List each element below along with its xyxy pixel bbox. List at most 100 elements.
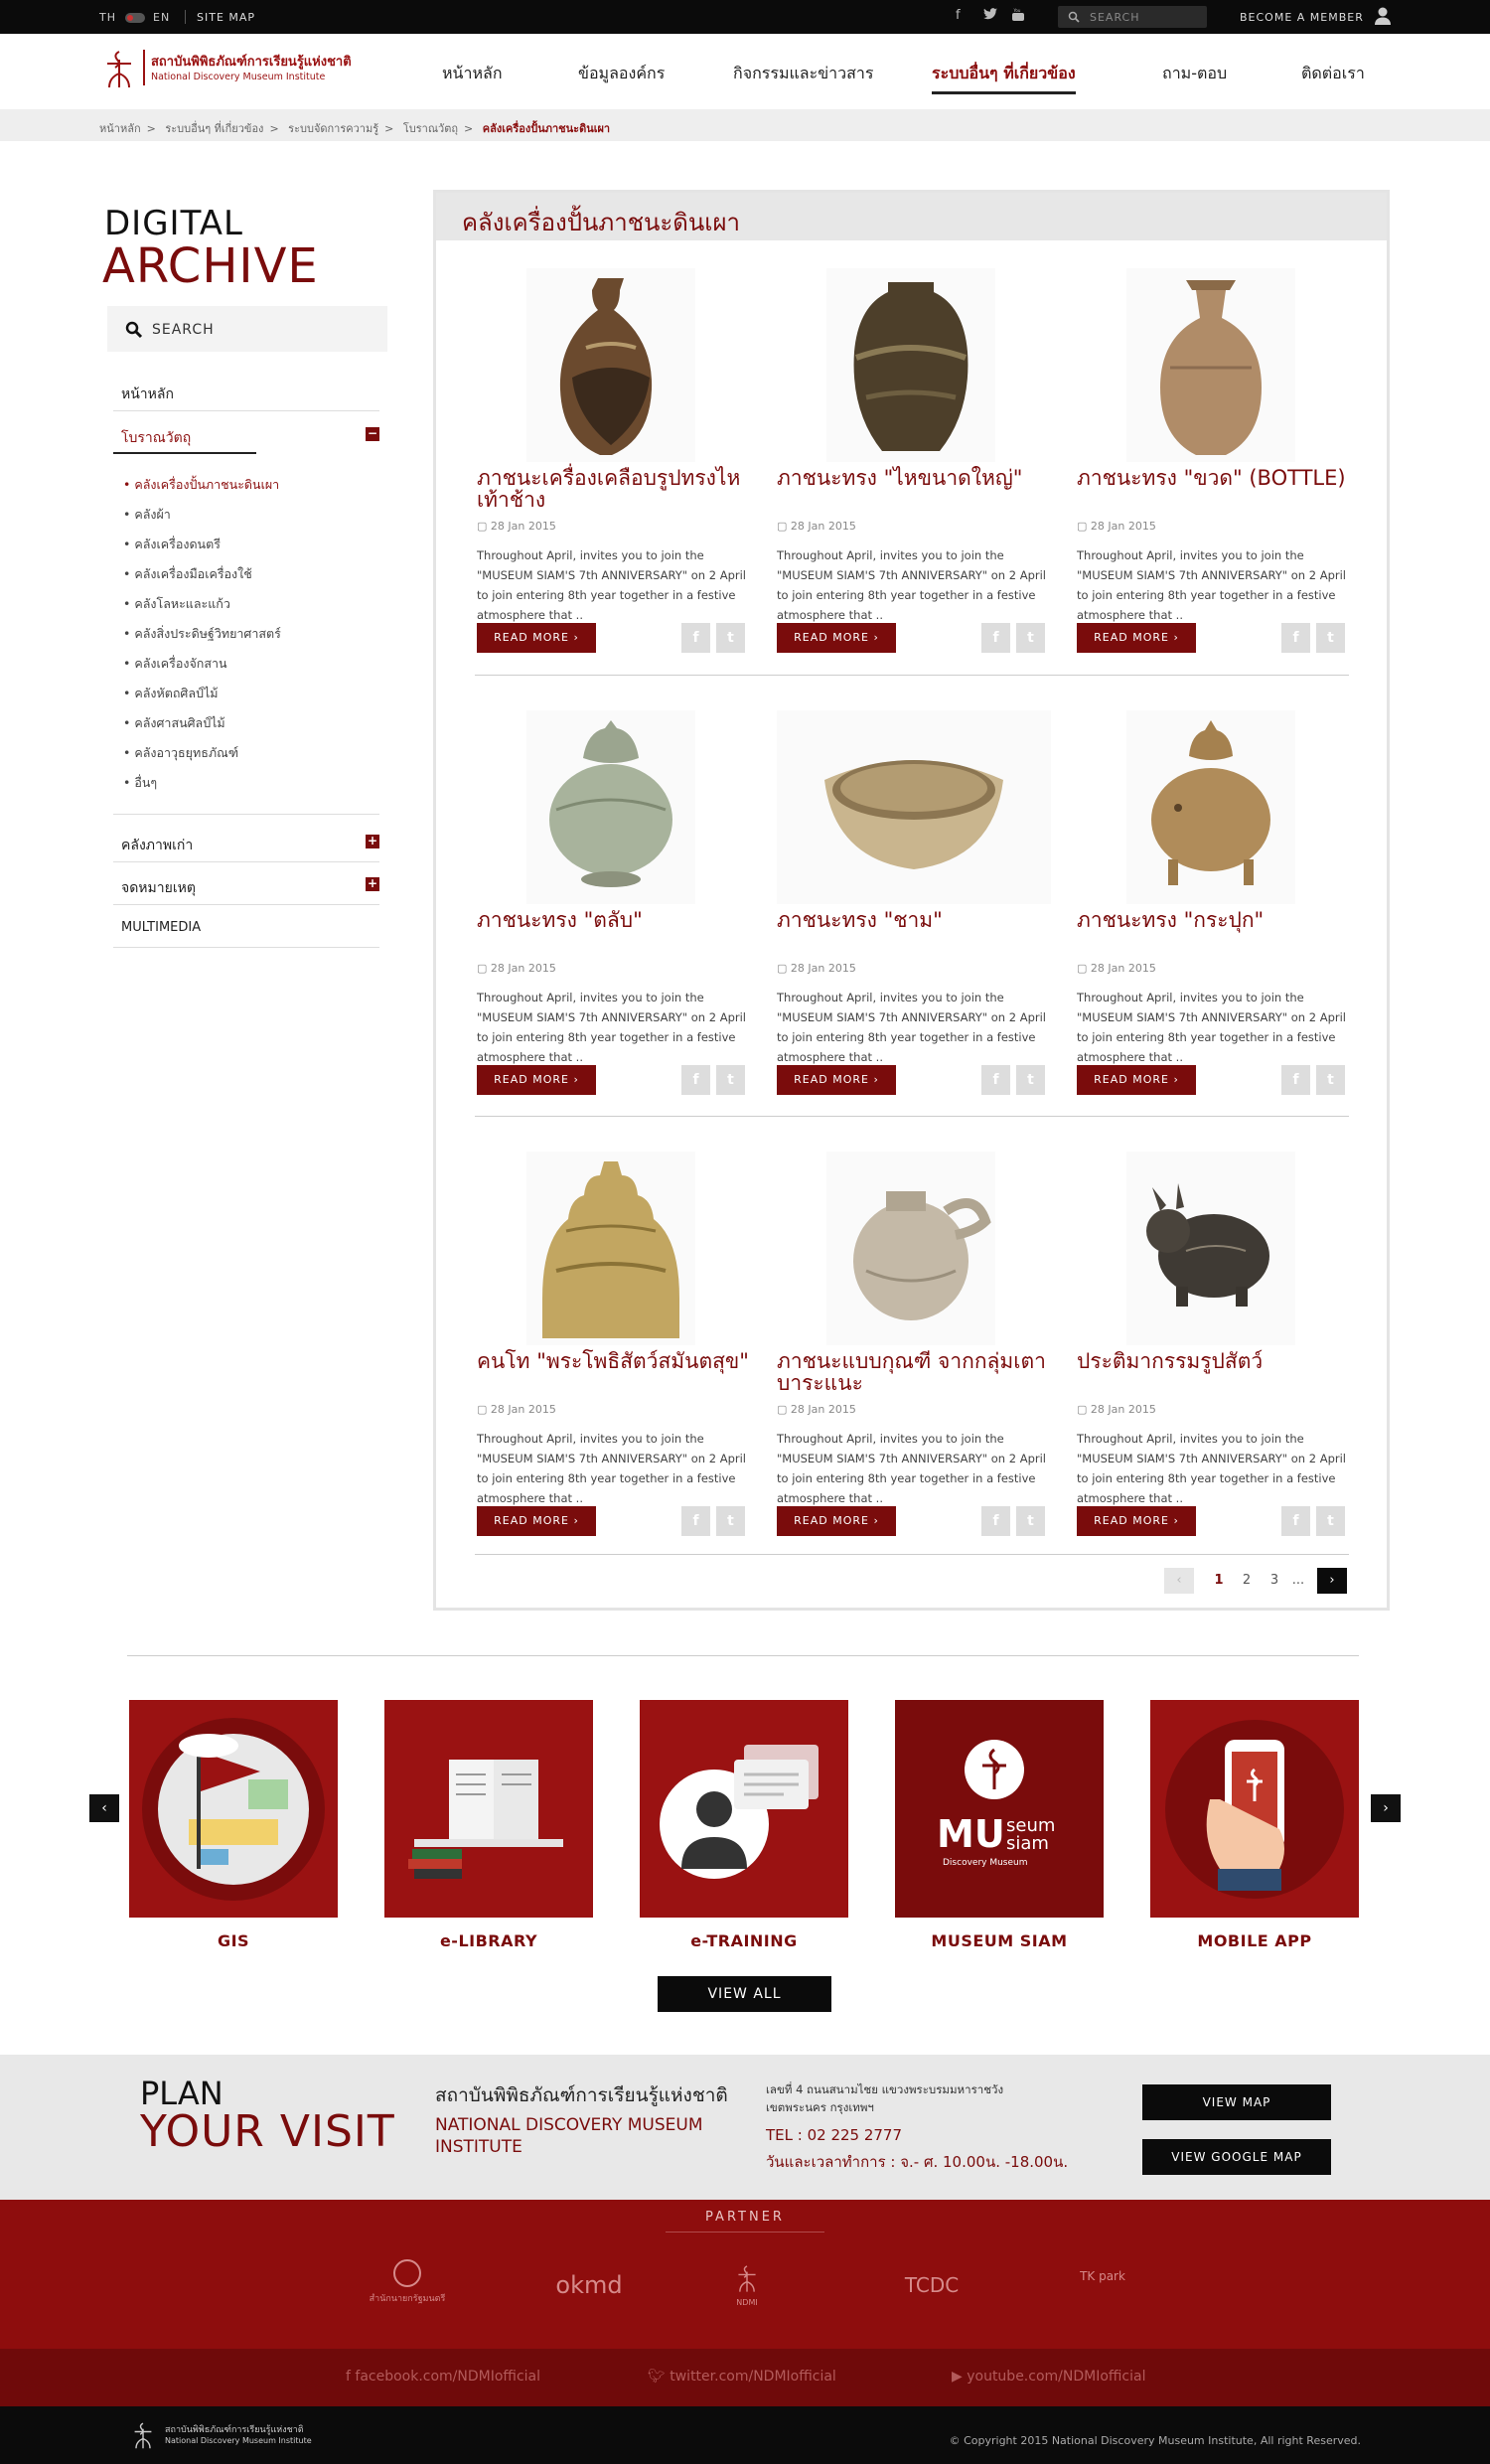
twitter-link[interactable]: 🐦︎ twitter.com/NDMIofficial <box>648 2369 836 2385</box>
read-more-button[interactable]: READ MORE › <box>777 623 896 653</box>
sidebar-search-input[interactable]: SEARCH <box>107 306 387 352</box>
carousel-next-button[interactable]: › <box>1371 1794 1401 1822</box>
top-search-input[interactable]: SEARCH <box>1058 6 1207 28</box>
sidebar-sub-item-textiles[interactable]: • คลังผ้า <box>123 505 171 525</box>
artifact-image[interactable] <box>1126 710 1295 904</box>
facebook-share-icon[interactable]: f <box>681 1506 710 1536</box>
sidebar-item-home[interactable]: หน้าหลัก <box>113 370 379 411</box>
sidebar-sub-item-tools[interactable]: • คลังเครื่องมือเครื่องใช้ <box>123 564 252 584</box>
read-more-button[interactable]: READ MORE › <box>477 623 596 653</box>
read-more-button[interactable]: READ MORE › <box>1077 1065 1196 1095</box>
page-number-current[interactable]: 1 <box>1204 1568 1234 1594</box>
service-label-gis[interactable]: GIS <box>129 1931 338 1950</box>
sidebar-item-antiques[interactable]: โบราณวัตถุ − <box>113 413 379 455</box>
sidebar-sub-item-religious-wood[interactable]: • คลังศาสนศิลป์ไม้ <box>123 713 225 733</box>
artifact-image[interactable] <box>526 710 695 904</box>
service-tile-elibrary[interactable] <box>384 1700 593 1918</box>
artifact-image[interactable] <box>826 268 995 462</box>
expand-icon[interactable]: + <box>366 877 379 891</box>
read-more-button[interactable]: READ MORE › <box>477 1506 596 1536</box>
twitter-share-icon[interactable]: t <box>1316 1506 1345 1536</box>
facebook-share-icon[interactable]: f <box>1281 623 1310 653</box>
artifact-image[interactable] <box>777 710 1051 904</box>
service-label-mobile-app[interactable]: MOBILE APP <box>1150 1931 1359 1950</box>
service-tile-mobile-app[interactable] <box>1150 1700 1359 1918</box>
nav-activities[interactable]: กิจกรรมและข่าวสาร <box>733 62 873 86</box>
facebook-share-icon[interactable]: f <box>981 1065 1010 1095</box>
sidebar-item-multimedia[interactable]: MULTIMEDIA <box>113 906 379 948</box>
card-title[interactable]: ภาชนะทรง "กระปุก" <box>1077 909 1365 931</box>
footer-logo[interactable]: สถาบันพิพิธภัณฑ์การเรียนรู้แห่งชาติ Nati… <box>129 2418 328 2454</box>
twitter-share-icon[interactable]: t <box>716 1065 745 1095</box>
card-title[interactable]: ประติมากรรมรูปสัตว์ <box>1077 1350 1365 1372</box>
card-title[interactable]: ภาชนะทรง "ชาม" <box>777 909 1065 931</box>
sidebar-sub-item-music[interactable]: • คลังเครื่องดนตรี <box>123 535 221 554</box>
card-title[interactable]: ภาชนะทรง "ไหขนาดใหญ่" <box>777 467 1065 489</box>
twitter-share-icon[interactable]: t <box>1016 1065 1045 1095</box>
partner-logo-ndmi[interactable]: NDMI <box>717 2263 777 2307</box>
twitter-share-icon[interactable]: t <box>716 1506 745 1536</box>
sidebar-item-old-photos[interactable]: คลังภาพเก่า + <box>113 821 379 862</box>
sidebar-sub-item-weapons[interactable]: • คลังอาวุธยุทธภัณฑ์ <box>123 743 238 763</box>
become-member-link[interactable]: BECOME A MEMBER <box>1240 11 1364 24</box>
card-title[interactable]: ภาชนะทรง "ตลับ" <box>477 909 765 931</box>
service-tile-museum-siam[interactable]: MU seum siam Discovery Museum <box>895 1700 1104 1918</box>
sidebar-sub-item-woodcraft[interactable]: • คลังหัตถศิลป์ไม้ <box>123 684 218 703</box>
carousel-prev-button[interactable]: ‹ <box>89 1794 119 1822</box>
card-title[interactable]: ภาชนะทรง "ขวด" (BOTTLE) <box>1077 467 1365 489</box>
card-title[interactable]: ภาชนะแบบกุณฑี จากกลุ่มเตาบาระแนะ <box>777 1350 1065 1394</box>
page-number[interactable]: 2 <box>1232 1568 1262 1594</box>
breadcrumb-related[interactable]: ระบบอื่นๆ ที่เกี่ยวข้อง <box>165 122 263 135</box>
twitter-share-icon[interactable]: t <box>1316 623 1345 653</box>
nav-home[interactable]: หน้าหลัก <box>442 62 503 86</box>
site-logo[interactable]: สถาบันพิพิธภัณฑ์การเรียนรู้แห่งชาติ Nati… <box>99 46 352 91</box>
facebook-share-icon[interactable]: f <box>981 623 1010 653</box>
sidebar-sub-item-metal-glass[interactable]: • คลังโลหะและแก้ว <box>123 594 230 614</box>
breadcrumb-home[interactable]: หน้าหลัก <box>99 122 141 135</box>
twitter-share-icon[interactable]: t <box>1016 623 1045 653</box>
twitter-share-icon[interactable]: t <box>716 623 745 653</box>
youtube-icon[interactable]: You <box>1011 8 1025 26</box>
nav-faq[interactable]: ถาม-ตอบ <box>1162 62 1227 86</box>
sidebar-sub-item-science[interactable]: • คลังสิ่งประดิษฐ์วิทยาศาสตร์ <box>123 624 281 644</box>
artifact-image[interactable] <box>1126 268 1295 462</box>
artifact-image[interactable] <box>826 1152 995 1345</box>
language-switch[interactable]: TH EN <box>99 11 170 24</box>
artifact-image[interactable] <box>526 1152 695 1345</box>
facebook-share-icon[interactable]: f <box>681 1065 710 1095</box>
language-toggle[interactable] <box>124 13 145 23</box>
site-map-link[interactable]: SITE MAP <box>197 11 255 24</box>
prev-page-button[interactable]: ‹ <box>1164 1568 1194 1594</box>
nav-about[interactable]: ข้อมูลองค์กร <box>578 62 665 86</box>
read-more-button[interactable]: READ MORE › <box>1077 1506 1196 1536</box>
service-label-elibrary[interactable]: e-LIBRARY <box>384 1931 593 1950</box>
facebook-icon[interactable]: f <box>956 8 961 23</box>
read-more-button[interactable]: READ MORE › <box>477 1065 596 1095</box>
nav-related-systems[interactable]: ระบบอื่นๆ ที่เกี่ยวข้อง <box>932 62 1076 94</box>
service-tile-gis[interactable] <box>129 1700 338 1918</box>
twitter-icon[interactable] <box>983 8 997 24</box>
next-page-button[interactable]: › <box>1317 1568 1347 1594</box>
facebook-share-icon[interactable]: f <box>681 623 710 653</box>
service-tile-etraining[interactable] <box>640 1700 848 1918</box>
youtube-link[interactable]: ▶ youtube.com/NDMIofficial <box>952 2369 1146 2385</box>
breadcrumb-km[interactable]: ระบบจัดการความรู้ <box>288 122 378 135</box>
sidebar-sub-item-ceramics[interactable]: • คลังเครื่องปั้นภาชนะดินเผา <box>123 475 279 495</box>
collapse-icon[interactable]: − <box>366 427 379 441</box>
facebook-share-icon[interactable]: f <box>1281 1065 1310 1095</box>
lang-en[interactable]: EN <box>153 11 170 24</box>
service-label-etraining[interactable]: e-TRAINING <box>640 1931 848 1950</box>
user-icon[interactable] <box>1374 6 1392 26</box>
sidebar-sub-item-others[interactable]: • อื่นๆ <box>123 773 157 793</box>
view-map-button[interactable]: VIEW MAP <box>1142 2084 1331 2120</box>
facebook-share-icon[interactable]: f <box>1281 1506 1310 1536</box>
service-label-museum-siam[interactable]: MUSEUM SIAM <box>895 1931 1104 1950</box>
artifact-image[interactable] <box>526 268 695 462</box>
card-title[interactable]: ภาชนะเครื่องเคลือบรูปทรงไหเท้าช้าง <box>477 467 765 511</box>
lang-th[interactable]: TH <box>99 11 116 24</box>
view-google-map-button[interactable]: VIEW GOOGLE MAP <box>1142 2139 1331 2175</box>
view-all-button[interactable]: VIEW ALL <box>658 1976 831 2012</box>
sidebar-sub-item-wicker[interactable]: • คลังเครื่องจักสาน <box>123 654 227 674</box>
card-title[interactable]: คนโท "พระโพธิสัตว์สมันตสุข" <box>477 1350 765 1372</box>
artifact-image[interactable] <box>1126 1152 1295 1345</box>
